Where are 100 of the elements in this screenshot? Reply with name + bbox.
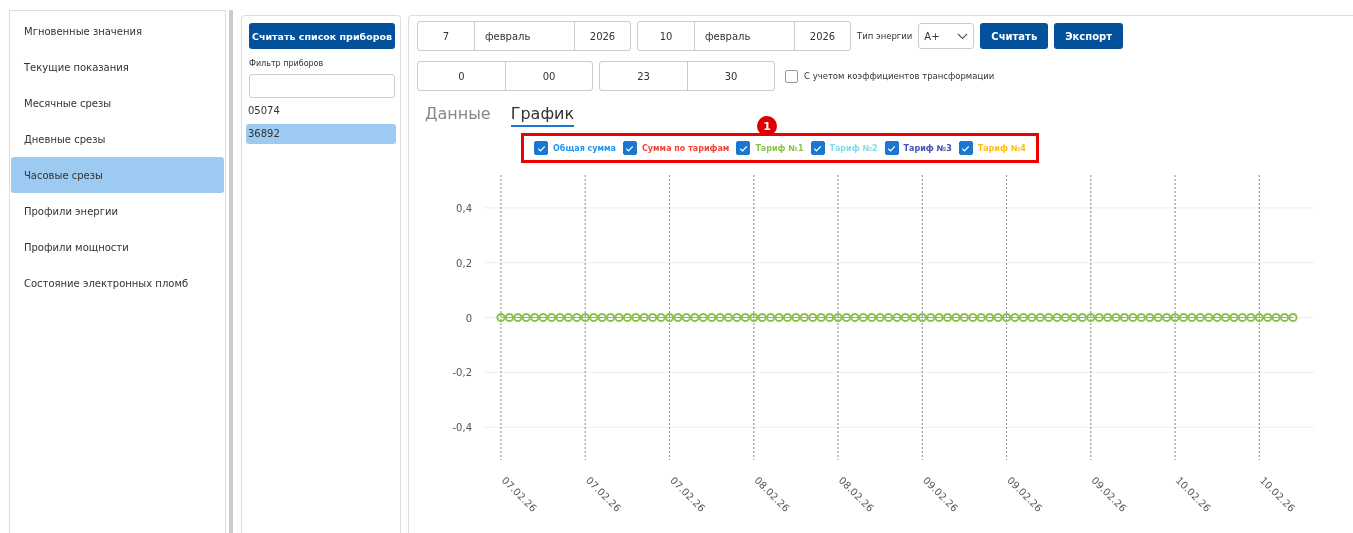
data-point xyxy=(774,312,784,323)
data-point xyxy=(1237,312,1248,323)
data-point xyxy=(1035,312,1045,323)
data-point xyxy=(530,312,540,323)
data-point xyxy=(1136,312,1146,323)
checkmark-icon xyxy=(625,143,635,153)
sidebar-item[interactable]: Состояние электронных пломб xyxy=(11,265,224,301)
sidebar-item[interactable]: Профили энергии xyxy=(11,193,224,229)
tab[interactable]: График xyxy=(510,104,575,127)
data-point xyxy=(740,312,750,323)
data-point xyxy=(1170,312,1180,323)
data-point xyxy=(631,312,641,323)
number-badge: 1 xyxy=(757,116,777,136)
data-point xyxy=(892,312,902,323)
data-point xyxy=(589,312,599,323)
data-point xyxy=(1288,312,1298,323)
data-point xyxy=(875,312,885,323)
data-point xyxy=(959,312,969,323)
data-point xyxy=(1246,312,1256,323)
data-point xyxy=(1162,312,1172,323)
data-point xyxy=(1077,312,1087,323)
data-point xyxy=(841,312,852,323)
data-point xyxy=(1229,312,1239,323)
data-point xyxy=(993,312,1003,323)
data-point xyxy=(782,312,793,323)
checkbox[interactable] xyxy=(785,69,798,83)
data-point xyxy=(816,312,826,323)
data-point xyxy=(850,312,860,323)
data-point xyxy=(1103,312,1113,323)
legend-label: Сумма по тарифам xyxy=(642,143,730,153)
data-point xyxy=(715,312,725,323)
sidebar-item[interactable]: Дневные срезы xyxy=(11,121,224,157)
checkbox[interactable] xyxy=(534,141,548,155)
data-point xyxy=(690,312,700,323)
data-point xyxy=(681,312,691,323)
data-point xyxy=(614,312,624,323)
tab[interactable]: Данные xyxy=(425,104,491,127)
data-point xyxy=(546,312,557,323)
data-point xyxy=(1111,312,1121,323)
read-list-button[interactable]: Считать список приборов xyxy=(249,23,395,49)
data-point xyxy=(1010,312,1020,323)
data-point xyxy=(791,312,801,323)
axis-tick-label: 0,4 xyxy=(456,202,472,214)
axis-tick-label: 0,2 xyxy=(456,257,472,269)
checkbox[interactable] xyxy=(623,141,637,155)
data-point xyxy=(1044,312,1054,323)
data-point xyxy=(825,312,835,323)
data-point xyxy=(1153,312,1163,323)
sidebar-item[interactable]: Часовые срезы xyxy=(11,157,224,193)
checkmark-icon xyxy=(961,143,971,153)
data-point xyxy=(639,312,649,323)
data-point xyxy=(985,312,995,323)
data-point xyxy=(976,312,986,323)
data-point xyxy=(1145,312,1155,323)
data-point xyxy=(1027,312,1037,323)
data-point xyxy=(555,312,565,323)
data-point xyxy=(833,312,843,323)
data-point xyxy=(572,312,582,323)
data-point xyxy=(799,312,809,323)
device-item[interactable]: 05074 xyxy=(246,101,396,121)
checkbox-label: С учетом коэффициентов трансформации xyxy=(804,71,995,81)
data-point xyxy=(808,312,818,323)
data-point xyxy=(934,312,944,323)
data-point xyxy=(707,312,717,323)
data-point xyxy=(1271,312,1281,323)
data-point xyxy=(622,312,632,323)
data-point xyxy=(732,312,742,323)
sidebar-item[interactable]: Месячные срезы xyxy=(11,85,224,121)
data-point xyxy=(1221,312,1231,323)
sidebar-item[interactable]: Текущие показания xyxy=(11,49,224,85)
checkbox[interactable] xyxy=(958,141,973,155)
energy-type-dropdown[interactable]: A+ xyxy=(918,23,975,49)
data-point xyxy=(858,312,868,323)
checkbox[interactable] xyxy=(736,141,751,155)
read-button[interactable]: Считать xyxy=(980,23,1049,49)
axis-tick-label: 0 xyxy=(465,312,472,324)
data-point xyxy=(951,312,961,323)
checkbox[interactable] xyxy=(884,141,899,155)
data-point xyxy=(723,312,734,323)
data-point xyxy=(900,312,911,323)
filter-field[interactable] xyxy=(249,74,395,98)
axis-tick-label: -0,2 xyxy=(452,367,472,379)
data-point xyxy=(1086,312,1096,323)
data-point xyxy=(1195,312,1205,323)
data-point xyxy=(1128,312,1138,323)
sidebar-item[interactable]: Профили мощности xyxy=(11,229,224,265)
data-point xyxy=(580,312,590,323)
data-point xyxy=(1018,312,1028,323)
data-point xyxy=(1178,312,1189,323)
export-button[interactable]: Экспорт xyxy=(1054,23,1123,49)
data-point xyxy=(513,312,523,323)
sidebar-item[interactable]: Мгновенные значения xyxy=(11,13,224,49)
data-point xyxy=(605,312,616,323)
data-point xyxy=(1052,312,1062,323)
data-point xyxy=(1060,312,1071,323)
data-point xyxy=(1187,312,1197,323)
checkbox[interactable] xyxy=(810,141,825,155)
data-point xyxy=(563,312,573,323)
data-point xyxy=(917,312,927,323)
device-item[interactable]: 36892 xyxy=(246,124,396,144)
